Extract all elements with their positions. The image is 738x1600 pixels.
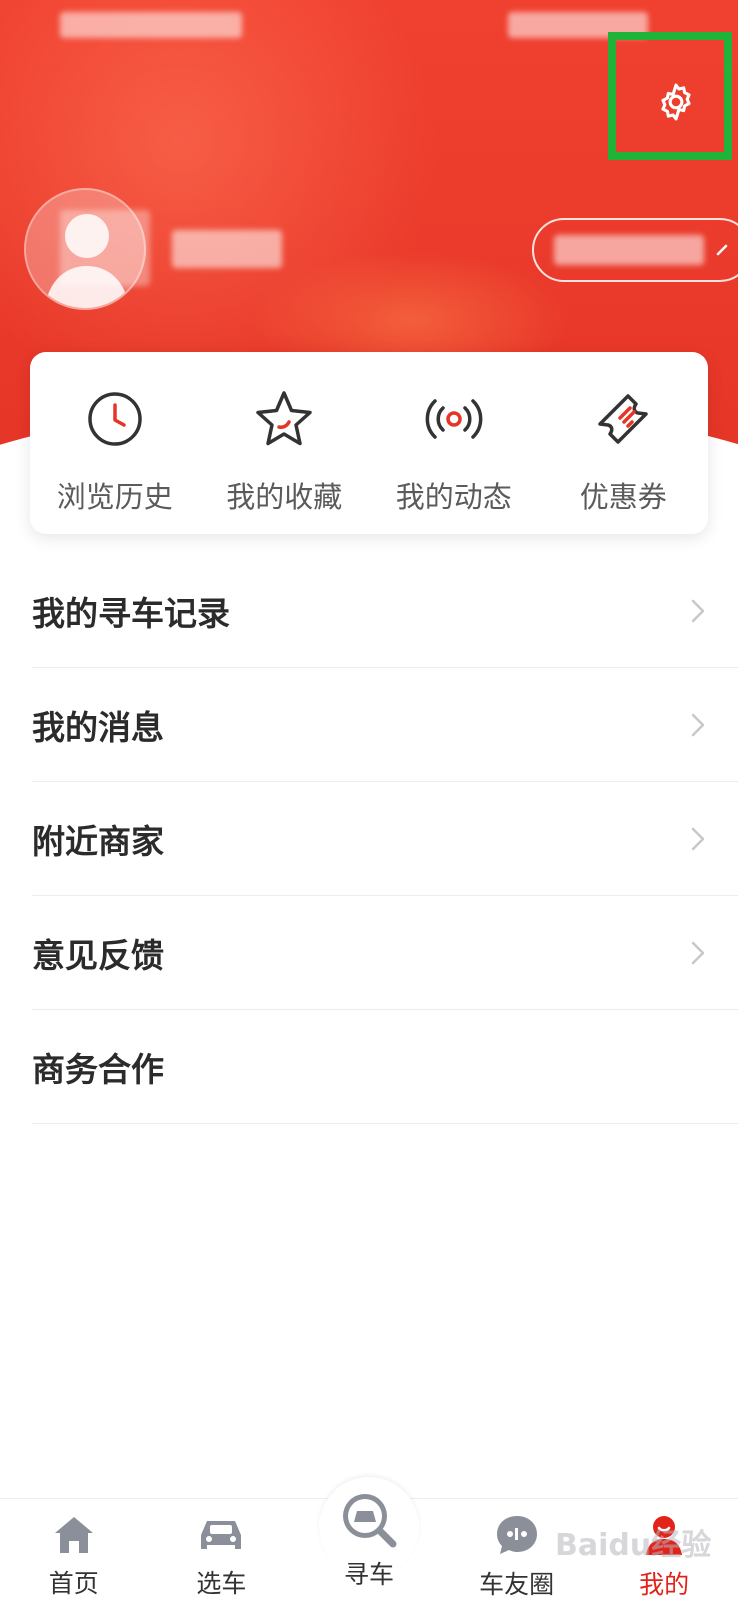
member-info-blurred — [554, 235, 704, 265]
tab-label: 车友圈 — [479, 1570, 555, 1599]
menu-item-label: 商务合作 — [32, 1049, 164, 1089]
menu-list: 我的寻车记录 我的消息 附近商家 意见反馈 商务合作 — [32, 554, 738, 1124]
quick-action-feed[interactable]: 我的动态 — [369, 352, 539, 534]
menu-item-label: 附近商家 — [32, 821, 164, 861]
clock-icon — [88, 392, 142, 446]
tab-label: 选车 — [196, 1569, 247, 1598]
baidu-watermark: Baidu经验 — [555, 1528, 712, 1563]
star-icon — [256, 391, 312, 446]
tab-choose-car[interactable]: 选车 — [148, 1499, 296, 1600]
menu-item-car-search-records[interactable]: 我的寻车记录 — [32, 554, 738, 668]
chevron-right-icon — [691, 713, 705, 736]
tab-find-car[interactable]: 寻车 — [295, 1477, 443, 1600]
quick-actions-card: 浏览历史 我的收藏 我的动态 优惠券 — [30, 352, 708, 534]
quick-action-label: 浏览历史 — [56, 480, 173, 514]
tab-home[interactable]: 首页 — [0, 1499, 148, 1600]
quick-action-coupons[interactable]: 优惠券 — [539, 352, 709, 534]
menu-item-nearby-dealers[interactable]: 附近商家 — [32, 782, 738, 896]
profile-screen: 浏览历史 我的收藏 我的动态 优惠券 我的寻车记录 我的消息 附近商家 意见反馈… — [0, 0, 738, 1600]
menu-item-business-cooperation[interactable]: 商务合作 — [32, 1010, 738, 1124]
menu-item-feedback[interactable]: 意见反馈 — [32, 896, 738, 1010]
chevron-right-icon — [691, 941, 705, 964]
menu-item-label: 意见反馈 — [32, 935, 164, 975]
menu-item-messages[interactable]: 我的消息 — [32, 668, 738, 782]
avatar-pixelated — [60, 210, 150, 286]
username-blurred — [172, 230, 282, 268]
status-bar-left-blurred — [60, 12, 242, 38]
menu-item-label: 我的寻车记录 — [32, 593, 230, 633]
quick-action-label: 优惠券 — [579, 480, 667, 514]
broadcast-icon — [425, 399, 483, 439]
quick-action-favorites[interactable]: 我的收藏 — [200, 352, 370, 534]
chat-icon — [496, 1516, 537, 1554]
coupon-icon — [598, 394, 648, 444]
quick-action-label: 我的收藏 — [226, 480, 343, 514]
menu-item-label: 我的消息 — [32, 707, 164, 747]
car-search-icon — [342, 1494, 397, 1548]
quick-action-label: 我的动态 — [395, 480, 512, 514]
tab-label: 寻车 — [343, 1560, 394, 1589]
car-icon — [201, 1520, 242, 1549]
home-icon — [54, 1516, 93, 1553]
arrow-icon — [716, 244, 728, 256]
tab-label: 我的 — [639, 1570, 690, 1599]
member-info-button[interactable] — [532, 218, 738, 282]
quick-action-history[interactable]: 浏览历史 — [30, 352, 200, 534]
chevron-right-icon — [691, 827, 705, 850]
tab-label: 首页 — [48, 1569, 99, 1598]
chevron-right-icon — [691, 599, 705, 622]
settings-highlight-box — [608, 32, 732, 160]
